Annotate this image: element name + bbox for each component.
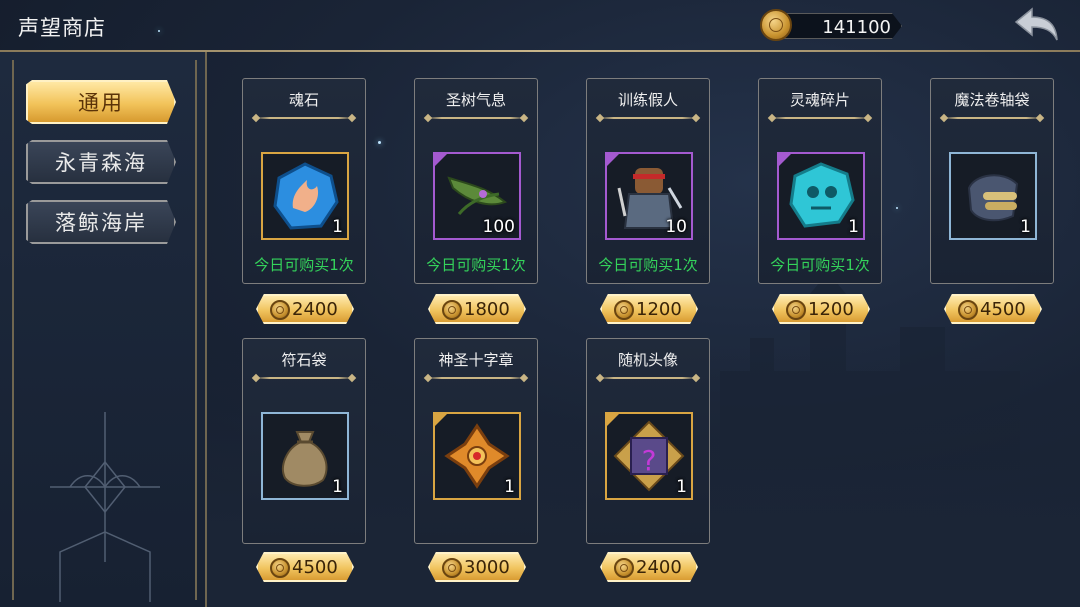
divider xyxy=(255,117,353,119)
item-name: 神圣十字章 xyxy=(438,351,514,369)
divider xyxy=(599,377,697,379)
shop-item-card[interactable]: 神圣十字章 1 xyxy=(414,338,538,544)
item-price: 2400 xyxy=(292,299,338,320)
divider xyxy=(599,117,697,119)
item-slot: 1 xyxy=(261,412,349,500)
item-slot: 1 xyxy=(433,412,521,500)
buy-button[interactable]: 4500 xyxy=(256,552,354,582)
coin-icon xyxy=(442,558,462,578)
buy-button[interactable]: 1800 xyxy=(428,294,526,324)
item-price: 1200 xyxy=(808,299,854,320)
back-arrow-icon xyxy=(1014,7,1058,41)
purchase-limit: 今日可购买1次 xyxy=(770,256,870,274)
back-button[interactable] xyxy=(1012,6,1060,44)
buy-button[interactable]: 3000 xyxy=(428,552,526,582)
page-title: 声望商店 xyxy=(18,16,106,40)
item-price: 1800 xyxy=(464,299,510,320)
currency-display: 141100 xyxy=(760,8,905,42)
svg-text:?: ? xyxy=(642,444,657,477)
purchase-limit: 今日可购买1次 xyxy=(598,256,698,274)
item-quantity: 10 xyxy=(665,217,687,237)
shop-item-card[interactable]: 魂石 1 今日可购买1次 xyxy=(242,78,366,284)
item-slot: 10 xyxy=(605,152,693,240)
item-quantity: 1 xyxy=(848,217,859,237)
buy-button[interactable]: 4500 xyxy=(944,294,1042,324)
item-quantity: 1 xyxy=(676,477,687,497)
item-price: 4500 xyxy=(980,299,1026,320)
item-slot: ? 1 xyxy=(605,412,693,500)
coin-icon xyxy=(270,300,290,320)
item-price: 1200 xyxy=(636,299,682,320)
shop-item-card[interactable]: 训练假人 10 今日可购买1次 xyxy=(586,78,710,284)
coin-icon xyxy=(270,558,290,578)
item-quantity: 1 xyxy=(332,217,343,237)
buy-button[interactable]: 1200 xyxy=(772,294,870,324)
divider xyxy=(771,117,869,119)
item-name: 魔法卷轴袋 xyxy=(954,91,1030,109)
item-price: 2400 xyxy=(636,557,682,578)
star xyxy=(896,207,898,209)
item-slot: 1 xyxy=(949,152,1037,240)
divider xyxy=(255,377,353,379)
category-sidebar: 通用 永青森海 落鲸海岸 xyxy=(0,52,207,607)
shop-item-card[interactable]: 符石袋 1 xyxy=(242,338,366,544)
buy-button[interactable]: 2400 xyxy=(600,552,698,582)
currency-amount: 141100 xyxy=(822,17,891,38)
item-price: 4500 xyxy=(292,557,338,578)
tab-general[interactable]: 通用 xyxy=(26,80,176,124)
item-quantity: 1 xyxy=(504,477,515,497)
divider xyxy=(427,377,525,379)
tab-whale-coast[interactable]: 落鲸海岸 xyxy=(26,200,176,244)
coin-icon xyxy=(958,300,978,320)
item-quantity: 100 xyxy=(482,217,515,237)
item-slot: 1 xyxy=(261,152,349,240)
shop-item-card[interactable]: 魔法卷轴袋 1 xyxy=(930,78,1054,284)
shop-item-card[interactable]: 随机头像 ? 1 xyxy=(586,338,710,544)
shop-item-card[interactable]: 灵魂碎片 1 今日可购买1次 xyxy=(758,78,882,284)
purchase-limit: 今日可购买1次 xyxy=(426,256,526,274)
top-bar: 声望商店 141100 xyxy=(0,0,1080,52)
currency-pill: 141100 xyxy=(776,13,902,39)
item-name: 魂石 xyxy=(288,91,319,109)
item-name: 随机头像 xyxy=(617,351,678,369)
item-quantity: 1 xyxy=(332,477,343,497)
buy-button[interactable]: 1200 xyxy=(600,294,698,324)
shop-item-card[interactable]: 圣树气息 100 今日可购买1次 xyxy=(414,78,538,284)
coin-icon xyxy=(786,300,806,320)
item-name: 符石袋 xyxy=(281,351,327,369)
item-slot: 1 xyxy=(777,152,865,240)
purchase-limit: 今日可购买1次 xyxy=(254,256,354,274)
coin-icon xyxy=(614,300,634,320)
coin-icon xyxy=(614,558,634,578)
item-slot: 100 xyxy=(433,152,521,240)
coin-icon xyxy=(760,9,792,41)
sidebar-ornament xyxy=(50,412,160,602)
item-name: 灵魂碎片 xyxy=(789,91,850,109)
coin-icon xyxy=(442,300,462,320)
divider xyxy=(427,117,525,119)
item-name: 圣树气息 xyxy=(445,91,506,109)
item-name: 训练假人 xyxy=(617,91,678,109)
item-price: 3000 xyxy=(464,557,510,578)
divider xyxy=(943,117,1041,119)
star xyxy=(378,141,381,144)
buy-button[interactable]: 2400 xyxy=(256,294,354,324)
tab-evergreen-sea[interactable]: 永青森海 xyxy=(26,140,176,184)
item-quantity: 1 xyxy=(1020,217,1031,237)
